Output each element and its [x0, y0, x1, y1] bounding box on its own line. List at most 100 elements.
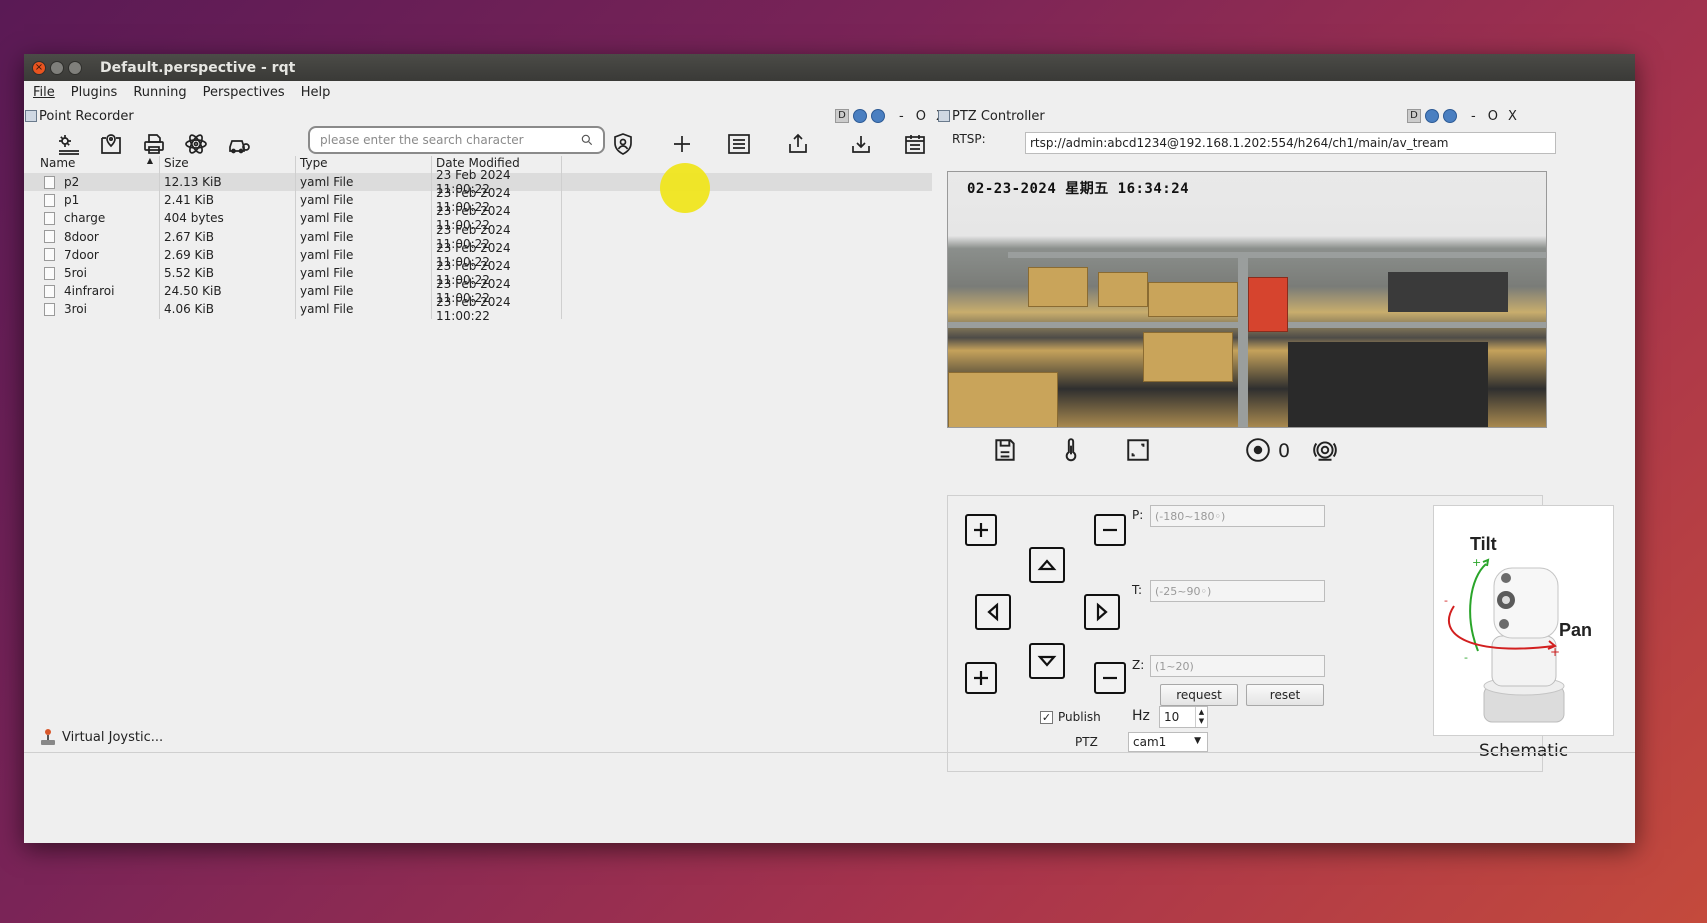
file-type: yaml File — [296, 227, 432, 246]
fullscreen-icon[interactable] — [1123, 435, 1153, 465]
help-icon[interactable] — [871, 109, 885, 123]
pan-right-button[interactable] — [1084, 594, 1120, 630]
ptz-header: PTZ Controller — [938, 106, 1045, 126]
search-input[interactable] — [318, 132, 577, 148]
pan-input[interactable]: (-180~180◦) — [1150, 505, 1325, 527]
menu-bar: File Plugins Running Perspectives Help — [24, 81, 1635, 103]
table-row[interactable]: 3roi 4.06 KiB yaml File 23 Feb 2024 11:00:2… — [24, 295, 932, 323]
file-size: 12.13 KiB — [160, 173, 296, 192]
reload-icon[interactable] — [1425, 109, 1439, 123]
file-icon — [44, 284, 55, 298]
search-icon[interactable] — [577, 130, 597, 150]
file-name-cell[interactable]: p2 — [24, 173, 160, 192]
menu-file[interactable]: File — [33, 85, 55, 100]
menu-running[interactable]: Running — [133, 85, 186, 100]
dock-close-button[interactable]: X — [1508, 109, 1517, 124]
hz-spinbox[interactable]: 10 ▲ ▼ — [1159, 706, 1208, 728]
dock-d-button[interactable]: D — [835, 109, 849, 123]
reset-button[interactable]: reset — [1246, 684, 1324, 706]
publish-checkbox[interactable]: ✓ — [1040, 711, 1053, 724]
download-icon[interactable] — [846, 129, 876, 159]
file-size: 4.06 KiB — [160, 300, 296, 319]
share-upload-icon[interactable] — [783, 129, 813, 159]
dock-minimize-button[interactable]: - — [1471, 109, 1476, 124]
focus-out-button[interactable] — [1094, 662, 1126, 694]
chevron-down-icon: ▼ — [1194, 736, 1201, 746]
dock-minimize-button[interactable]: - — [899, 109, 904, 124]
virtual-joystick-tab[interactable]: Virtual Joystic... — [38, 727, 163, 747]
reload-icon[interactable] — [853, 109, 867, 123]
zoom-out-button[interactable] — [1094, 514, 1126, 546]
column-header-size[interactable]: Size — [160, 156, 296, 173]
add-icon[interactable] — [667, 129, 697, 159]
file-type: yaml File — [296, 263, 432, 283]
file-name-cell[interactable]: 5roi — [24, 263, 160, 283]
column-header-name[interactable]: Name ▲ — [24, 156, 160, 173]
column-header-date[interactable]: Date Modified — [432, 156, 562, 173]
tilt-down-button[interactable] — [1029, 643, 1065, 679]
calendar-icon[interactable] — [900, 129, 930, 159]
file-icon — [44, 175, 55, 189]
dock-d-button[interactable]: D — [1407, 109, 1421, 123]
shield-user-icon[interactable] — [608, 129, 638, 159]
schematic-tilt-label: Tilt — [1470, 534, 1497, 554]
camera-target-icon[interactable] — [1310, 435, 1340, 465]
file-name-cell[interactable]: charge — [24, 209, 160, 228]
spin-arrows-icon[interactable]: ▲ ▼ — [1195, 707, 1207, 727]
file-name-cell[interactable]: 7door — [24, 245, 160, 264]
menu-help[interactable]: Help — [301, 85, 331, 100]
vehicle-settings-icon[interactable] — [224, 129, 254, 159]
save-icon[interactable] — [990, 435, 1020, 465]
thermometer-icon[interactable] — [1056, 435, 1086, 465]
rtsp-label: RTSP: — [952, 132, 986, 146]
close-window-button[interactable]: × — [32, 60, 46, 75]
tilt-input[interactable]: (-25~90◦) — [1150, 580, 1325, 602]
file-type: yaml File — [296, 300, 432, 319]
pan-left-button[interactable] — [975, 594, 1011, 630]
point-recorder-title: Point Recorder — [39, 108, 134, 124]
settings-sliders-icon[interactable] — [54, 129, 84, 159]
file-type: yaml File — [296, 282, 432, 301]
file-type: yaml File — [296, 209, 432, 228]
file-icon — [44, 248, 55, 262]
cursor-highlight — [660, 163, 710, 213]
table-body: p2 12.13 KiB yaml File 23 Feb 2024 11:00:22… — [24, 168, 932, 323]
request-button[interactable]: request — [1160, 684, 1238, 706]
atom-icon[interactable] — [181, 129, 211, 159]
record-icon[interactable] — [1243, 435, 1273, 465]
zoom-in-button[interactable] — [965, 514, 997, 546]
file-size: 2.67 KiB — [160, 227, 296, 246]
minimize-window-button[interactable] — [50, 60, 64, 75]
menu-plugins[interactable]: Plugins — [71, 85, 118, 100]
plugin-icon — [25, 110, 37, 122]
file-date: 23 Feb 2024 11:00:22 — [432, 295, 562, 323]
file-size: 24.50 KiB — [160, 282, 296, 301]
hz-label: Hz — [1132, 708, 1150, 724]
search-box[interactable] — [308, 126, 605, 154]
menu-perspectives[interactable]: Perspectives — [203, 85, 285, 100]
printer-icon[interactable] — [139, 129, 169, 159]
file-name-cell[interactable]: 3roi — [24, 300, 160, 319]
list-icon[interactable] — [724, 129, 754, 159]
file-name: charge — [64, 211, 106, 226]
maximize-window-button[interactable] — [68, 60, 82, 75]
file-name: 7door — [64, 247, 99, 262]
dock-float-button[interactable]: O — [1488, 109, 1498, 124]
rtsp-url-input[interactable]: rtsp://admin:abcd1234@192.168.1.202:554/… — [1025, 132, 1556, 154]
focus-in-button[interactable] — [965, 662, 997, 694]
schematic-caption: Schematic — [1478, 741, 1569, 761]
column-header-type[interactable]: Type — [296, 156, 432, 173]
file-size: 2.69 KiB — [160, 245, 296, 264]
tilt-up-button[interactable] — [1029, 547, 1065, 583]
file-name-cell[interactable]: 4infraroi — [24, 282, 160, 301]
file-icon — [44, 193, 55, 207]
ptz-camera-select[interactable]: cam1 ▼ — [1128, 732, 1208, 752]
publish-label: Publish — [1058, 710, 1101, 724]
dock-float-button[interactable]: O — [916, 109, 926, 124]
file-name-cell[interactable]: 8door — [24, 227, 160, 246]
help-icon[interactable] — [1443, 109, 1457, 123]
map-pin-download-icon[interactable] — [96, 129, 126, 159]
zoom-input[interactable]: (1~20) — [1150, 655, 1325, 677]
ptz-label: PTZ — [1075, 735, 1098, 749]
file-name-cell[interactable]: p1 — [24, 191, 160, 210]
